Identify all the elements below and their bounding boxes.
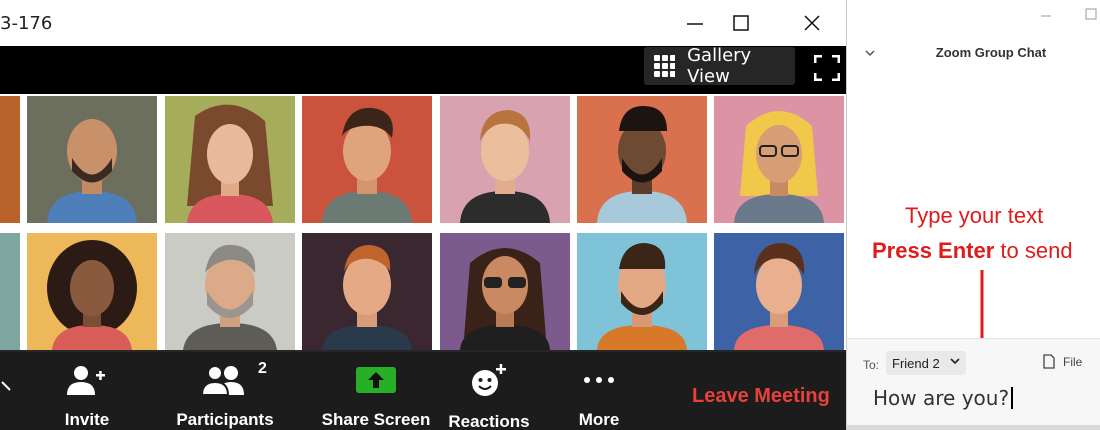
fullscreen-icon[interactable] bbox=[814, 55, 840, 81]
avatar bbox=[440, 233, 570, 350]
gallery-view-button[interactable]: Gallery View bbox=[644, 45, 795, 87]
participant-tile[interactable] bbox=[714, 96, 844, 223]
recipient-select[interactable]: Friend 2 bbox=[886, 351, 966, 375]
participant-tile[interactable] bbox=[714, 233, 844, 350]
participant-tile[interactable] bbox=[577, 233, 707, 350]
participant-tile[interactable] bbox=[0, 233, 20, 350]
maximize-icon bbox=[733, 15, 749, 31]
avatar bbox=[714, 233, 844, 350]
close-button[interactable] bbox=[795, 8, 829, 38]
avatar bbox=[577, 233, 707, 350]
invite-label: Invite bbox=[64, 410, 110, 429]
chevron-down-icon bbox=[950, 358, 960, 365]
avatar bbox=[165, 96, 295, 223]
invite-button[interactable]: Invite bbox=[50, 350, 124, 430]
title-bar: 3-176 bbox=[0, 0, 846, 46]
more-icon bbox=[584, 377, 614, 383]
avatar bbox=[440, 96, 570, 223]
share-screen-icon bbox=[356, 367, 396, 393]
more-label: More bbox=[578, 410, 620, 429]
more-button[interactable]: More bbox=[566, 350, 632, 430]
avatar bbox=[302, 233, 432, 350]
instruction-emphasis: Press Enter bbox=[872, 238, 995, 263]
maximize-button[interactable] bbox=[724, 8, 758, 38]
participant-tile[interactable] bbox=[577, 96, 707, 223]
instruction-line: Type your text bbox=[905, 203, 1044, 228]
caret-icon[interactable] bbox=[0, 378, 12, 402]
text-cursor bbox=[1011, 387, 1014, 409]
chat-compose-area: To: Friend 2 File How are you? bbox=[847, 338, 1100, 430]
share-screen-label: Share Screen bbox=[321, 410, 431, 429]
participant-tile[interactable] bbox=[302, 233, 432, 350]
participant-tile[interactable] bbox=[302, 96, 432, 223]
avatar bbox=[165, 233, 295, 350]
avatar bbox=[302, 96, 432, 223]
reactions-label: Reactions bbox=[448, 412, 530, 430]
share-screen-button[interactable]: Share Screen bbox=[318, 350, 434, 430]
window-title: 3-176 bbox=[0, 13, 53, 34]
message-input[interactable]: How are you? bbox=[873, 386, 1014, 410]
maximize-icon[interactable] bbox=[1085, 8, 1097, 20]
panel-bottom-edge bbox=[847, 425, 1100, 430]
minimize-icon bbox=[687, 23, 703, 25]
avatar bbox=[577, 96, 707, 223]
participants-button[interactable]: 2 Participants bbox=[172, 350, 278, 430]
meeting-window: 3-176 Gallery View Invite 2 Participants… bbox=[0, 0, 846, 430]
instruction-line: Press Enter to send bbox=[872, 238, 1073, 264]
participant-tile[interactable] bbox=[440, 233, 570, 350]
recipient-value: Friend 2 bbox=[892, 356, 940, 371]
leave-meeting-button[interactable]: Leave Meeting bbox=[692, 385, 830, 408]
message-text: How are you? bbox=[873, 386, 1010, 410]
close-icon bbox=[804, 15, 820, 31]
gallery-view-label: Gallery View bbox=[687, 45, 752, 87]
avatar bbox=[27, 96, 157, 223]
participants-icon bbox=[202, 365, 244, 395]
chat-panel: Zoom Group Chat Type your text Press Ent… bbox=[846, 0, 1100, 430]
grid-icon bbox=[654, 55, 676, 77]
avatar bbox=[714, 96, 844, 223]
avatar bbox=[27, 233, 157, 350]
reactions-button[interactable]: Reactions bbox=[444, 350, 534, 430]
add-user-icon bbox=[67, 366, 105, 395]
file-label: File bbox=[1063, 354, 1083, 369]
minimize-icon[interactable] bbox=[1040, 10, 1052, 22]
participants-label: Participants bbox=[176, 410, 274, 429]
participant-tile[interactable] bbox=[27, 233, 157, 350]
instruction-text: to send bbox=[994, 238, 1073, 263]
participant-tile[interactable] bbox=[27, 96, 157, 223]
participant-tile[interactable] bbox=[0, 96, 20, 223]
file-button[interactable]: File bbox=[1043, 354, 1082, 369]
reactions-icon bbox=[472, 364, 506, 396]
minimize-button[interactable] bbox=[678, 8, 712, 38]
chat-title: Zoom Group Chat bbox=[935, 45, 1047, 60]
participant-tile[interactable] bbox=[165, 233, 295, 350]
participant-tile[interactable] bbox=[440, 96, 570, 223]
file-icon bbox=[1043, 354, 1055, 369]
to-label: To: bbox=[863, 358, 880, 372]
video-gallery bbox=[0, 94, 846, 350]
participants-count: 2 bbox=[258, 360, 267, 377]
participant-tile[interactable] bbox=[165, 96, 295, 223]
